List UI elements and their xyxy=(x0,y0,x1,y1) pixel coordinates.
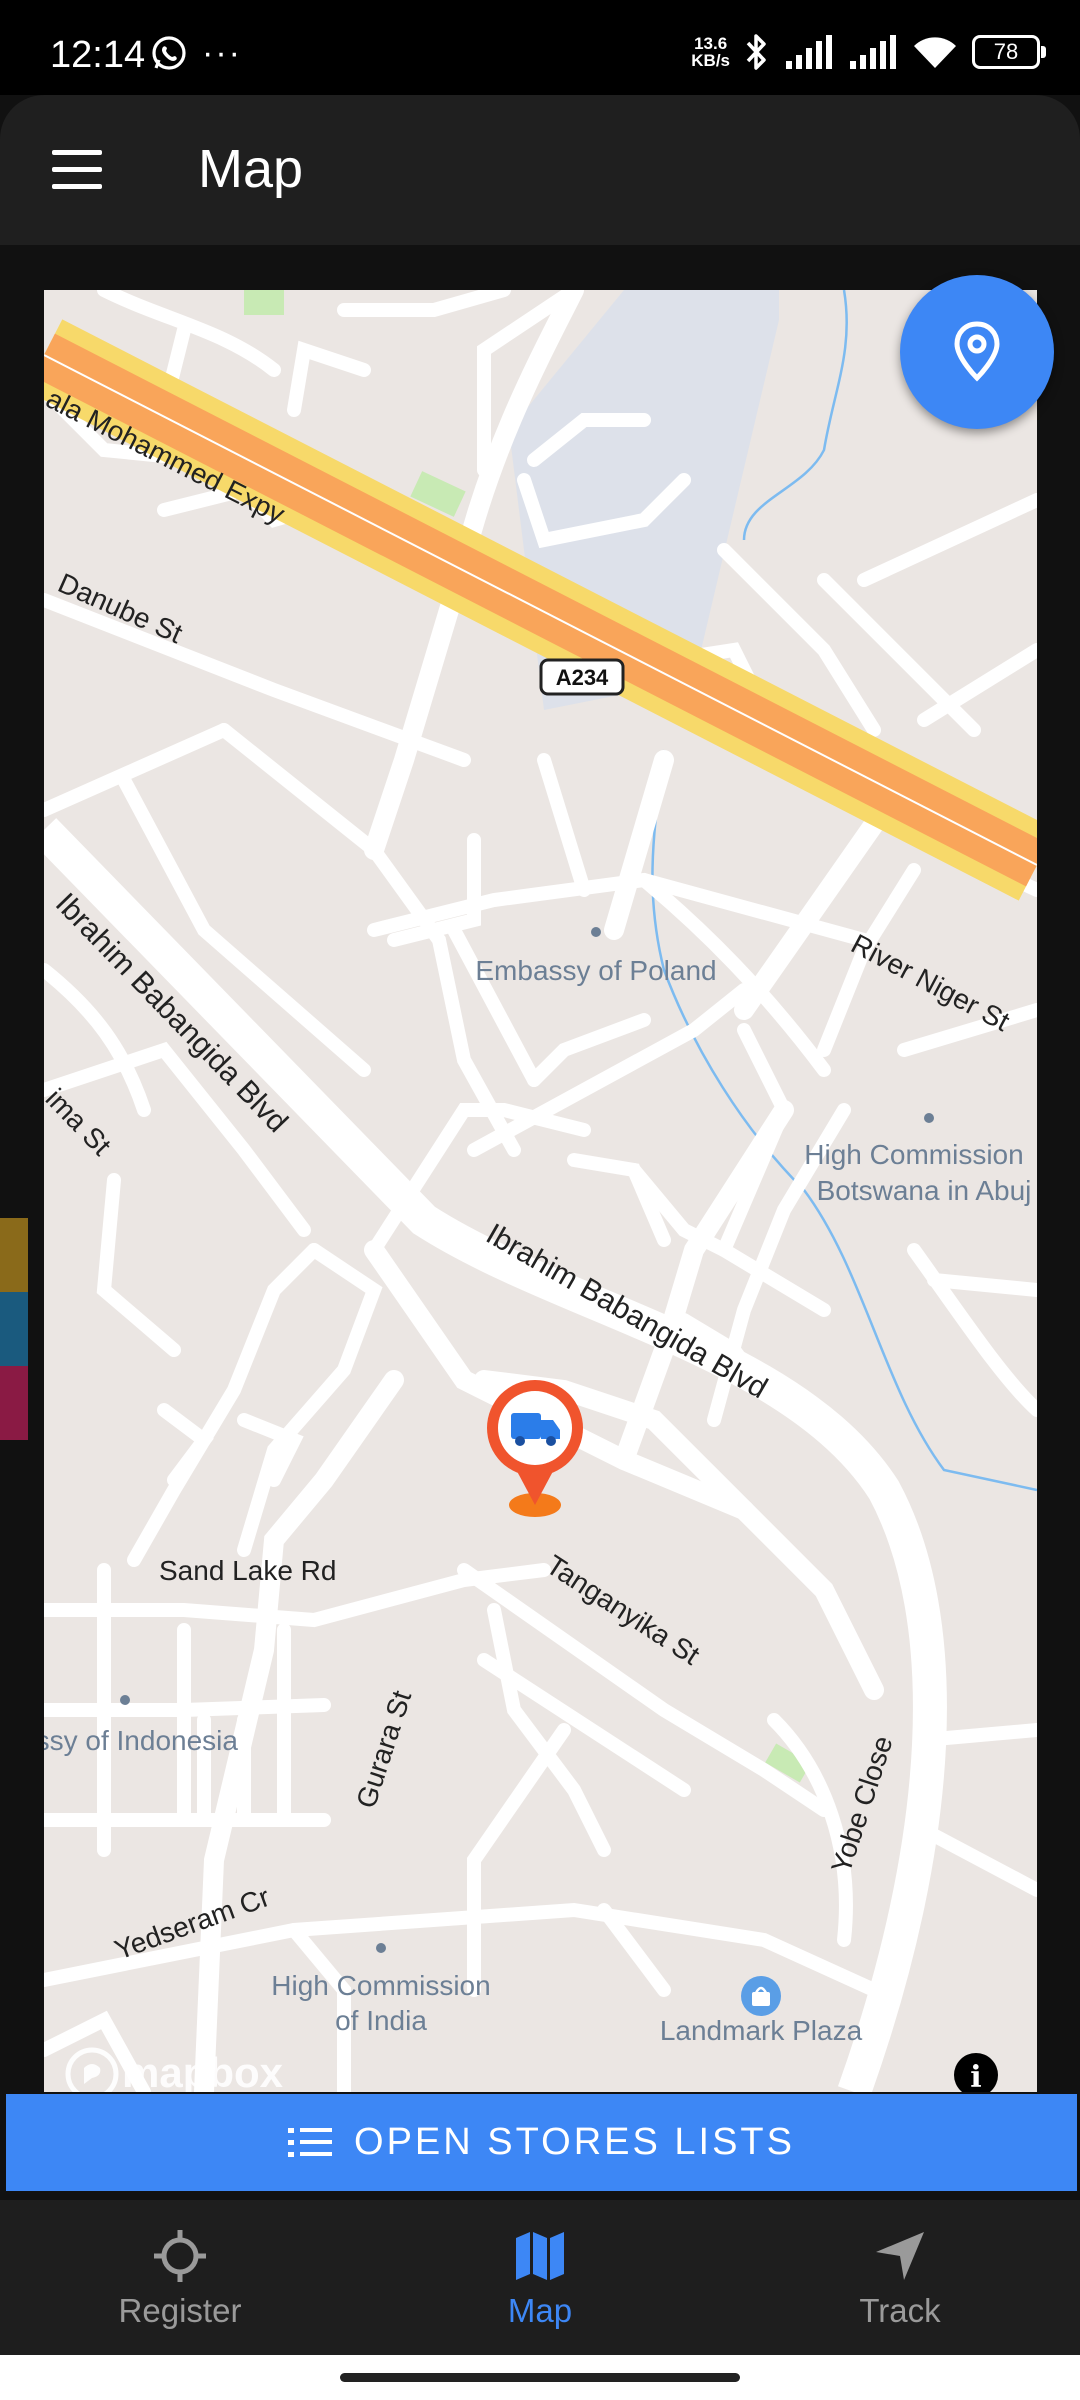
side-tab-2[interactable] xyxy=(0,1292,28,1366)
nav-label-register: Register xyxy=(118,2292,242,2329)
app-bar: Map xyxy=(0,95,1080,245)
location-pin-icon xyxy=(954,321,1000,382)
label-landmark-plaza: Landmark Plaza xyxy=(660,2015,863,2046)
menu-icon[interactable] xyxy=(52,150,102,190)
svg-text:i: i xyxy=(970,2060,981,2092)
label-sand-lake: Sand Lake Rd xyxy=(159,1555,336,1586)
status-right-icons: 13.6 KB/s 78 xyxy=(691,30,1046,74)
label-embassy-indonesia: assy of Indonesia xyxy=(44,1725,238,1756)
label-yobe: Yobe Close xyxy=(825,1732,898,1877)
vehicle-location-marker[interactable] xyxy=(487,1380,583,1517)
list-icon xyxy=(288,2127,333,2157)
status-bar: 12:14 ··· 13.6 KB/s 78 xyxy=(0,0,1080,95)
gesture-area xyxy=(0,2355,1080,2400)
nav-label-track: Track xyxy=(859,2292,941,2329)
side-tab-3[interactable] xyxy=(0,1366,28,1440)
status-left-icons: ··· xyxy=(150,34,242,72)
gesture-handle[interactable] xyxy=(340,2373,740,2382)
svg-text:mapbox: mapbox xyxy=(122,2049,284,2092)
network-speed: 13.6 KB/s xyxy=(691,34,730,70)
nav-item-map[interactable]: Map xyxy=(360,2200,720,2355)
label-hc-botswana-2: Botswana in Abuj xyxy=(817,1175,1032,1206)
map-view[interactable]: A234 ala Mohammed Expy Danube St Ibrahim… xyxy=(44,290,1037,2092)
my-location-button[interactable] xyxy=(900,275,1054,429)
navigation-arrow-icon xyxy=(876,2232,924,2280)
nav-label-map: Map xyxy=(507,2292,573,2329)
battery-indicator: 78 xyxy=(972,35,1046,69)
signal-icon xyxy=(786,35,832,69)
map-icon xyxy=(516,2232,564,2280)
bottom-navigation: Register Map Track xyxy=(0,2200,1080,2355)
label-hc-botswana-1: High Commission xyxy=(804,1139,1023,1170)
whatsapp-icon xyxy=(152,36,186,70)
label-hc-india-1: High Commission xyxy=(271,1970,490,2001)
open-stores-button[interactable]: OPEN STORES LISTS xyxy=(6,2094,1077,2191)
nav-item-track[interactable]: Track xyxy=(720,2200,1080,2355)
page-title: Map xyxy=(198,139,304,199)
svg-text:A234: A234 xyxy=(556,665,609,690)
label-ima-st: ima St xyxy=(44,1083,117,1162)
nav-item-register[interactable]: Register xyxy=(0,2200,360,2355)
map-info-button[interactable]: i xyxy=(954,2053,998,2092)
label-embassy-poland: Embassy of Poland xyxy=(475,955,716,986)
side-tab-1[interactable] xyxy=(0,1218,28,1292)
mapbox-logo: mapbox xyxy=(65,2047,284,2092)
side-tabs[interactable] xyxy=(0,1218,28,1440)
label-gurara: Gurara St xyxy=(350,1687,417,1812)
bluetooth-icon xyxy=(746,34,766,70)
label-tanganyika: Tanganyika St xyxy=(541,1549,706,1671)
signal-icon-2 xyxy=(850,35,896,69)
map-canvas: A234 ala Mohammed Expy Danube St Ibrahim… xyxy=(44,290,1037,2092)
wifi-icon xyxy=(914,37,956,68)
label-hc-india-2: of India xyxy=(335,2005,427,2036)
status-time: 12:14 xyxy=(50,34,146,76)
status-more: ··· xyxy=(202,33,242,72)
label-river-niger: River Niger St xyxy=(846,928,1015,1037)
crosshair-icon xyxy=(154,2230,206,2282)
open-stores-label: OPEN STORES LISTS xyxy=(354,2121,795,2163)
route-shield: A234 xyxy=(539,658,625,696)
shopping-bag-icon xyxy=(741,1976,781,2016)
